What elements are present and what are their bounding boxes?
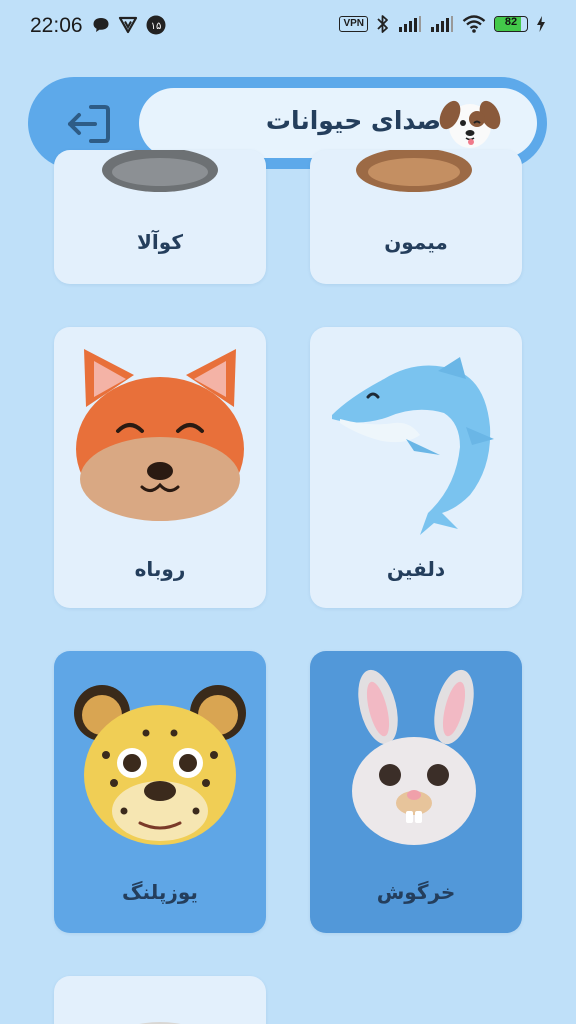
status-right-icons: VPN 82 <box>339 14 546 34</box>
bluetooth-icon <box>377 15 388 33</box>
animal-card-dolphin[interactable]: دلفین <box>310 327 522 608</box>
vpn-badge: VPN <box>339 16 368 32</box>
status-time: 22:06 <box>30 14 83 37</box>
fox-image <box>76 349 244 521</box>
dolphin-image <box>332 357 494 535</box>
battery-level: 82 <box>504 16 518 28</box>
wifi-icon <box>462 15 486 33</box>
animal-label: دلفین <box>386 557 446 581</box>
animal-card-cheetah[interactable]: یوزپلنگ <box>54 651 266 933</box>
animal-label: کوآلا <box>137 230 183 254</box>
rabbit-image <box>352 669 476 845</box>
partial-animal-image <box>139 1022 181 1024</box>
charging-icon <box>537 16 545 32</box>
page-title: صدای حیوانات <box>265 106 441 135</box>
animal-label: میمون <box>384 230 448 254</box>
animal-card-fox[interactable]: روباه <box>54 327 266 608</box>
monkey-image <box>356 150 472 192</box>
animal-card-rabbit[interactable]: خرگوش <box>310 651 522 933</box>
chat-bubble-icon <box>93 18 109 32</box>
animal-label: خرگوش <box>376 880 456 904</box>
puppy-avatar-icon <box>439 100 501 148</box>
koala-image <box>102 150 218 192</box>
shield-v-icon <box>118 16 138 34</box>
animal-card-monkey[interactable]: میمون <box>310 150 522 284</box>
signal-1-icon <box>399 16 421 32</box>
battery-indicator: 82 <box>494 16 528 32</box>
signal-2-icon <box>431 16 453 32</box>
status-bar: 22:06 ۱۵ VPN 82 <box>0 0 576 56</box>
status-left-icons: ۱۵ <box>92 15 166 35</box>
logout-icon <box>68 105 110 143</box>
notification-count-icon: ۱۵ <box>146 15 166 35</box>
logout-button[interactable] <box>58 98 118 150</box>
screen: 22:06 ۱۵ VPN 82 صدای حیوانات کوآلا میمون… <box>0 0 576 1024</box>
animal-label: روباه <box>134 557 186 581</box>
animal-card-partial[interactable] <box>54 976 266 1024</box>
animal-card-koala[interactable]: کوآلا <box>54 150 266 284</box>
svg-text:۱۵: ۱۵ <box>151 21 162 32</box>
cheetah-image <box>74 685 246 845</box>
animal-label: یوزپلنگ <box>122 880 198 904</box>
